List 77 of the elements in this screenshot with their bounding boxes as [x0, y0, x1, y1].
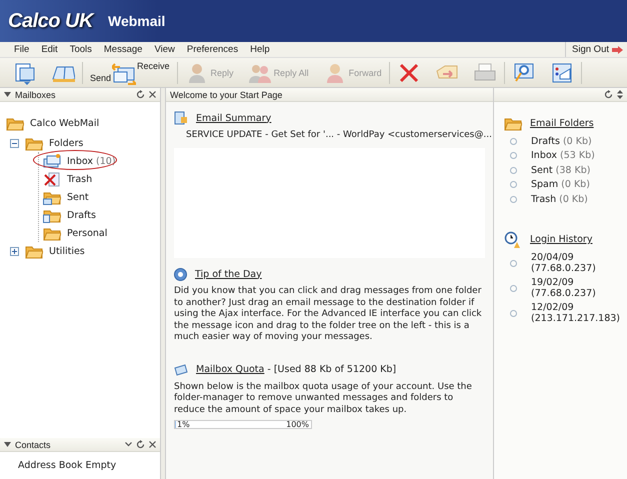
folder-size: Drafts (0 Kb): [531, 136, 592, 147]
up-down-icon[interactable]: [617, 90, 623, 99]
folder-label[interactable]: Utilities: [49, 246, 85, 256]
menu-item[interactable]: Edit: [35, 44, 64, 55]
document-icon: [174, 111, 188, 125]
bullet-icon: [510, 284, 517, 292]
open-folder-icon: [504, 116, 522, 130]
section-link[interactable]: Login History: [530, 234, 592, 245]
login-entry: 20/04/09 (77.68.0.237): [531, 252, 596, 274]
quota-usage: - [Used 88 Kb of 51200 Kb]: [267, 364, 396, 375]
folder-size: Trash (0 Kb): [531, 194, 588, 205]
folder-size: Sent (38 Kb): [531, 164, 590, 176]
quota-text: Shown below is the mailbox quota usage of your account. Use the folder-manager to remove unwanted messages and folders to reduce the amount of space your mailbox takes up.: [174, 382, 473, 416]
folder-label[interactable]: Calco WebMail: [30, 118, 100, 128]
folder-icon: [25, 136, 43, 150]
section-link[interactable]: Mailbox Quota: [196, 364, 264, 375]
bullet-icon: [510, 152, 517, 160]
collapse-arrow-icon[interactable]: [4, 92, 11, 97]
menu-item[interactable]: Preferences: [180, 44, 244, 55]
menu-item[interactable]: Help: [244, 44, 276, 55]
close-icon[interactable]: [149, 441, 156, 448]
collapse-icon[interactable]: [10, 138, 19, 148]
bullet-icon: [510, 310, 517, 316]
empty-message: Address Book Empty: [18, 460, 116, 471]
refresh-icon[interactable]: [136, 440, 145, 449]
refresh-icon[interactable]: [604, 90, 613, 99]
menu-item[interactable]: File: [8, 44, 36, 55]
folder-label[interactable]: Drafts: [67, 210, 96, 220]
max-label: 100%: [286, 420, 309, 429]
login-entry: 12/02/09 (213.171.217.183): [531, 302, 620, 324]
bullet-icon: [510, 196, 517, 203]
bullet-icon: [510, 138, 517, 145]
section-link[interactable]: Email Folders: [530, 118, 594, 128]
min-label: 1%: [177, 420, 190, 429]
folder-label[interactable]: Inbox (10): [67, 156, 116, 166]
tip-text: Did you know that you can click and drag messages from one folder to another? Just drag an email message to the destination folder if using the Ajax interface. For the Advanced IE interface you can click the message icon and drag to the folder tree on the left - this is a much easier way of moving your messages.: [174, 286, 483, 344]
panel-title: Welcome to your Start Page: [170, 90, 282, 100]
envelopes-arrows-icon: [112, 60, 136, 84]
open-folder-icon: [6, 116, 24, 130]
folder-label[interactable]: Trash: [67, 174, 92, 184]
panel-title: Mailboxes: [15, 90, 56, 100]
login-entry: 19/02/09 (77.68.0.237): [531, 277, 596, 299]
new-message-icon: [13, 60, 37, 84]
menu-item[interactable]: Message: [98, 44, 148, 55]
folder-document-icon: [43, 208, 61, 222]
bullet-icon: [510, 166, 517, 174]
app-title: Webmail: [108, 13, 166, 29]
refresh-icon[interactable]: [136, 90, 145, 99]
sign-out-button[interactable]: Sign Out: [565, 42, 627, 57]
envelopes-icon: [43, 154, 61, 168]
folder-label[interactable]: Sent: [67, 192, 89, 202]
bullet-icon: [510, 260, 517, 266]
collapse-arrow-icon[interactable]: [4, 442, 11, 447]
folder-envelope-icon: [43, 190, 61, 204]
chevron-icon[interactable]: [125, 442, 132, 447]
logo: Calco UK: [8, 10, 96, 32]
menu-item[interactable]: View: [148, 44, 181, 55]
folder-label[interactable]: Folders: [49, 138, 84, 148]
folder-label[interactable]: Personal: [67, 228, 108, 238]
bullet-icon: [510, 181, 517, 188]
folder-icon: [25, 244, 43, 258]
panel-title: Contacts: [15, 440, 51, 450]
close-icon[interactable]: [149, 91, 156, 98]
envelope-icon: [174, 364, 188, 376]
folder-size: Inbox (53 Kb): [531, 150, 595, 162]
message-summary[interactable]: SERVICE UPDATE - Get Set for '... - WorldPay <customerservices@...: [186, 130, 492, 140]
section-link[interactable]: Email Summary: [196, 112, 272, 124]
folder-icon: [43, 226, 61, 240]
folder-size: Spam (0 Kb): [531, 179, 590, 190]
help-icon: [174, 268, 187, 280]
expand-icon[interactable]: [10, 246, 19, 256]
section-link[interactable]: Tip of the Day: [195, 268, 262, 280]
magnifier-icon: [512, 60, 536, 84]
clock-icon: [504, 230, 522, 248]
arrow-icon: [612, 46, 623, 54]
cross-document-icon: [43, 172, 61, 186]
menu-item[interactable]: Tools: [64, 44, 98, 55]
